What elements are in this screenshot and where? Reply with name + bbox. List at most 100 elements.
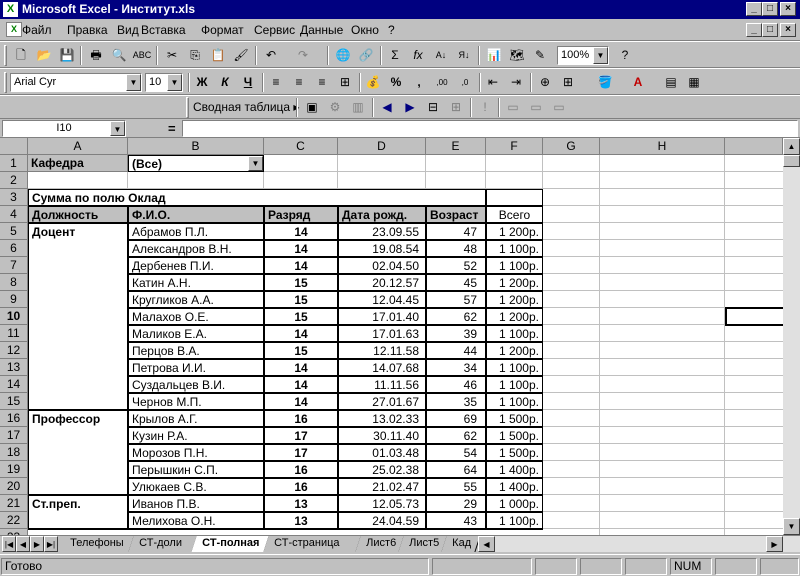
size-combo[interactable]: 10 ▼ bbox=[145, 73, 183, 92]
underline-icon[interactable]: Ч bbox=[237, 72, 259, 93]
minimize-button[interactable]: _ bbox=[746, 2, 762, 16]
row-header[interactable]: 12 bbox=[0, 342, 28, 359]
map-icon[interactable]: 🗺 bbox=[506, 45, 528, 66]
select-data-icon[interactable]: ▭ bbox=[525, 97, 547, 118]
decrease-indent-icon[interactable]: ⇤ bbox=[482, 72, 504, 93]
row-header[interactable]: 13 bbox=[0, 359, 28, 376]
name-box[interactable]: I10 ▼ bbox=[2, 120, 126, 137]
close-button[interactable]: × bbox=[780, 2, 796, 16]
font-color-icon[interactable]: A bbox=[627, 72, 649, 93]
help-icon[interactable]: ? bbox=[614, 45, 636, 66]
row-header[interactable]: 3 bbox=[0, 189, 28, 206]
euro-icon[interactable]: ⊕ bbox=[534, 72, 556, 93]
pivot-wizard-icon[interactable]: ▣ bbox=[301, 97, 323, 118]
align-center-icon[interactable]: ≡ bbox=[288, 72, 310, 93]
row-header[interactable]: 17 bbox=[0, 427, 28, 444]
row-header[interactable]: 20 bbox=[0, 478, 28, 495]
document-icon[interactable]: X bbox=[6, 22, 22, 37]
increase-decimal-icon[interactable]: ,00 bbox=[431, 72, 453, 93]
menu-item[interactable]: Вид bbox=[117, 23, 139, 37]
group-icon[interactable]: ▶ bbox=[399, 97, 421, 118]
merge-center-icon[interactable]: ⊞ bbox=[334, 72, 356, 93]
grid-icon[interactable]: ▦ bbox=[683, 72, 705, 93]
column-header[interactable]: E bbox=[426, 138, 486, 155]
doc-close-button[interactable]: × bbox=[780, 23, 796, 37]
scroll-left-icon[interactable]: ◀ bbox=[478, 536, 495, 552]
align-right-icon[interactable]: ≡ bbox=[311, 72, 333, 93]
sheet-tab[interactable]: Лист5 bbox=[398, 536, 448, 552]
font-combo[interactable]: Arial Cyr ▼ bbox=[10, 73, 142, 92]
sheet-tab[interactable]: СТ-доли bbox=[128, 536, 198, 552]
first-sheet-icon[interactable]: |◀ bbox=[2, 536, 16, 552]
zoom-combo[interactable]: 100% ▼ bbox=[557, 46, 609, 65]
row-header[interactable]: 2 bbox=[0, 172, 28, 189]
preview-icon[interactable]: 🔍 bbox=[108, 45, 130, 66]
ungroup-icon[interactable]: ◀ bbox=[376, 97, 398, 118]
cut-icon[interactable]: ✂ bbox=[161, 45, 183, 66]
web-icon[interactable]: 🌐 bbox=[332, 45, 354, 66]
menu-item[interactable]: Файл bbox=[22, 23, 52, 37]
select-all-corner[interactable] bbox=[0, 138, 28, 155]
sheet-tab[interactable]: СТ-полная bbox=[191, 536, 270, 552]
sheet-tab[interactable]: Лист6 bbox=[355, 536, 405, 552]
bold-icon[interactable]: Ж bbox=[191, 72, 213, 93]
row-header[interactable]: 22 bbox=[0, 512, 28, 529]
maximize-button[interactable]: □ bbox=[762, 2, 778, 16]
open-icon[interactable]: 📂 bbox=[33, 45, 55, 66]
row-header[interactable]: 9 bbox=[0, 291, 28, 308]
redo-icon[interactable]: ↷ bbox=[292, 45, 314, 66]
row-header[interactable]: 14 bbox=[0, 376, 28, 393]
italic-icon[interactable]: К bbox=[214, 72, 236, 93]
comma-icon[interactable]: , bbox=[408, 72, 430, 93]
vertical-scrollbar[interactable]: ▲ ▼ bbox=[783, 138, 800, 535]
print-icon[interactable]: 🖶 bbox=[85, 45, 107, 66]
hyperlink-icon[interactable]: 🔗 bbox=[355, 45, 377, 66]
column-header[interactable]: H bbox=[600, 138, 725, 155]
scroll-down-icon[interactable]: ▼ bbox=[783, 518, 800, 535]
percent-icon[interactable]: % bbox=[385, 72, 407, 93]
column-header[interactable]: F bbox=[486, 138, 543, 155]
show-pane-icon[interactable]: ▤ bbox=[660, 72, 682, 93]
column-header[interactable]: B bbox=[128, 138, 264, 155]
scroll-thumb[interactable] bbox=[783, 155, 800, 167]
align-left-icon[interactable]: ≡ bbox=[265, 72, 287, 93]
row-header[interactable]: 8 bbox=[0, 274, 28, 291]
sheet-tab[interactable]: Телефоны bbox=[59, 536, 135, 552]
autosum-icon[interactable]: Σ bbox=[384, 45, 406, 66]
excel-icon[interactable]: X bbox=[3, 2, 18, 17]
sheet-tab[interactable]: СТ-страница bbox=[263, 536, 362, 552]
column-header[interactable]: G bbox=[543, 138, 600, 155]
menu-item[interactable]: Вставка bbox=[141, 23, 186, 37]
refresh-icon[interactable]: ! bbox=[474, 97, 496, 118]
format-painter-icon[interactable]: 🖌 bbox=[230, 45, 252, 66]
menu-item[interactable]: ? bbox=[388, 23, 395, 37]
filter-dropdown[interactable]: (Все) bbox=[128, 155, 264, 172]
chart-icon[interactable]: 📊 bbox=[483, 45, 505, 66]
filter-dropdown-arrow-icon[interactable]: ▼ bbox=[248, 156, 263, 171]
new-icon[interactable]: 🗋 bbox=[10, 45, 32, 66]
decrease-decimal-icon[interactable]: ,0 bbox=[454, 72, 476, 93]
row-header[interactable]: 19 bbox=[0, 461, 28, 478]
menu-item[interactable]: Сервис bbox=[254, 23, 295, 37]
next-sheet-icon[interactable]: ▶ bbox=[30, 536, 44, 552]
undo-icon[interactable]: ↶ bbox=[260, 45, 282, 66]
sort-asc-icon[interactable]: A↓ bbox=[430, 45, 452, 66]
horizontal-scrollbar[interactable]: ◀ ▶ bbox=[478, 536, 800, 552]
menu-item[interactable]: Данные bbox=[300, 23, 343, 37]
doc-restore-button[interactable]: □ bbox=[762, 23, 778, 37]
pivot-field-icon[interactable]: ⚙ bbox=[324, 97, 346, 118]
row-header[interactable]: 5 bbox=[0, 223, 28, 240]
row-header[interactable]: 1 bbox=[0, 155, 28, 172]
sort-desc-icon[interactable]: Я↓ bbox=[453, 45, 475, 66]
select-label-icon[interactable]: ▭ bbox=[502, 97, 524, 118]
increase-indent-icon[interactable]: ⇥ bbox=[505, 72, 527, 93]
row-header[interactable]: 15 bbox=[0, 393, 28, 410]
menu-item[interactable]: Окно bbox=[351, 23, 379, 37]
show-detail-icon[interactable]: ⊞ bbox=[445, 97, 467, 118]
row-header[interactable]: 4 bbox=[0, 206, 28, 223]
currency-icon[interactable]: 💰 bbox=[362, 72, 384, 93]
column-header-extra[interactable] bbox=[725, 138, 783, 155]
row-header[interactable]: 7 bbox=[0, 257, 28, 274]
function-icon[interactable]: fx bbox=[407, 45, 429, 66]
pivot-pages-icon[interactable]: ▥ bbox=[347, 97, 369, 118]
